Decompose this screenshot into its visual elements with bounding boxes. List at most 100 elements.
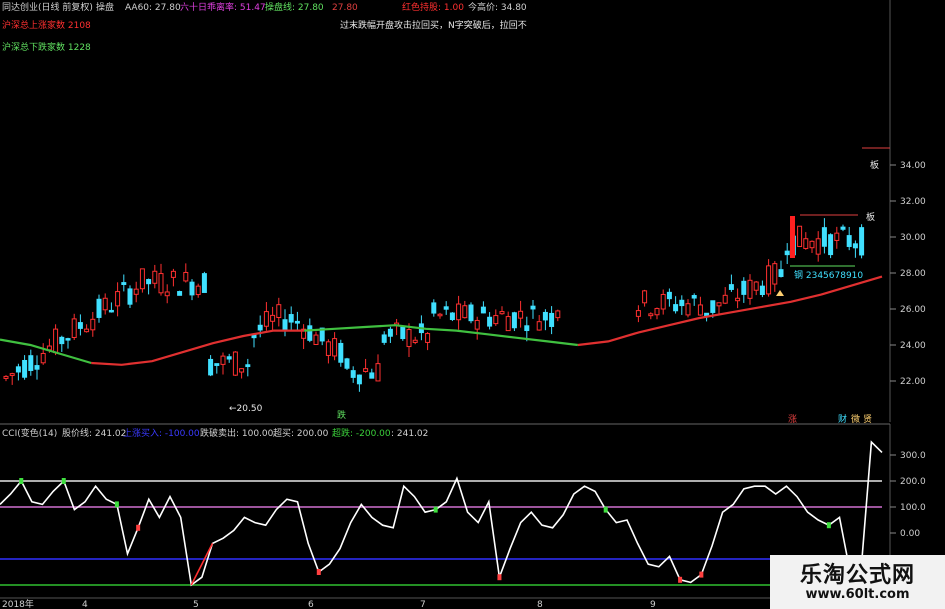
cci-signal-marker [497, 574, 502, 581]
ban-annotation-1: 板 [870, 159, 879, 171]
candle-body [313, 334, 319, 345]
candle-body [797, 225, 803, 248]
low-annotation: ←20.50 [229, 404, 263, 414]
candle-body [524, 325, 530, 332]
candle-body [437, 313, 443, 317]
candle-body [809, 240, 815, 249]
candle-body [425, 333, 431, 343]
line2-label: 27.80 [332, 3, 358, 13]
date-label: 4 [82, 600, 88, 609]
aa60-label: AA60: 27.80 [125, 3, 181, 13]
candle-body [487, 316, 493, 327]
cci-header: CCI(变色(14) 股价线: 241.02 上涨买入: -100.00 跌破卖… [2, 427, 428, 439]
cci-buy: 上涨买入: -100.00 [123, 428, 200, 439]
candle-body [139, 268, 145, 290]
candle-body [40, 352, 46, 364]
watermark: 乐淘公式网 www.60lt.com [770, 555, 945, 609]
candle-body [363, 368, 369, 372]
up-triangle-icon [776, 290, 784, 296]
candle-body [294, 320, 300, 324]
candle-body [815, 238, 821, 255]
price-tick: 24.00 [900, 341, 926, 351]
candle-body [96, 298, 102, 318]
candle-body [84, 328, 90, 333]
candle-body [753, 281, 759, 291]
candle-body [208, 358, 214, 376]
cci-path [0, 440, 883, 587]
candle-body [282, 319, 288, 331]
price-tick: 26.00 [900, 305, 926, 315]
candle-body [344, 358, 350, 369]
candle-body [214, 363, 220, 366]
candle-body [15, 366, 21, 373]
cci-value: : 241.02 [391, 429, 428, 439]
cci-title: CCI(变色(14) [2, 427, 57, 439]
candle-body [499, 311, 505, 315]
candle-body [53, 328, 59, 354]
candle-body [722, 294, 728, 304]
zhe-annotation: 贤 [863, 414, 872, 425]
candle-body [778, 269, 784, 277]
cci-overbought: 超买: 200.00 [273, 427, 329, 439]
header-bar: 同达创业(日线 前复权) 操盘 AA60: 27.80 六十日乖离率: 51.4… [2, 1, 527, 53]
cci-signal-marker [603, 506, 608, 513]
candle-body [784, 250, 790, 256]
candle-body [350, 370, 356, 378]
candle-body [121, 282, 127, 285]
candle-body [697, 304, 703, 316]
candle-body [654, 308, 660, 316]
cci-line [0, 440, 883, 587]
candle-body [307, 325, 313, 341]
candle-body [381, 334, 387, 343]
candle-body [332, 338, 338, 357]
candle-body [679, 299, 685, 307]
strategy-text: 过末跌幅开盘攻击拉回买，N字突破后，拉回不 [340, 19, 527, 31]
stock-chart[interactable]: 同达创业(日线 前复权) 操盘 AA60: 27.80 六十日乖离率: 51.4… [0, 0, 945, 609]
cci-signal-marker [699, 571, 704, 578]
candle-body [530, 305, 536, 310]
candle-body [177, 291, 183, 296]
candle-body [549, 312, 555, 327]
candle-body [288, 314, 294, 323]
cci-tick: 100.0 [900, 503, 926, 513]
cci-tick: 200.0 [900, 477, 926, 487]
candle-body [518, 310, 524, 319]
candle-body [542, 311, 548, 321]
candle-body [710, 300, 716, 313]
candle-body [127, 288, 133, 305]
candle-body [456, 303, 462, 321]
candle-body [828, 234, 834, 256]
candle-body [90, 318, 96, 331]
candle-body [803, 238, 809, 249]
candle-body [766, 265, 772, 295]
candle-body [759, 285, 765, 295]
candle-body [232, 351, 238, 376]
candle-body [673, 304, 679, 312]
candle-body [859, 227, 865, 256]
candle-body [691, 295, 697, 299]
candle-body [821, 227, 827, 247]
watermark-url: www.60lt.com [805, 587, 910, 602]
up-count-label: 沪深总上涨家数 2108 [2, 19, 91, 31]
seq-annotation: 钢 2345678910 [794, 269, 863, 281]
candle-body [412, 339, 418, 343]
candle-body [108, 309, 114, 313]
candle-body [375, 363, 381, 382]
candle-body [511, 312, 517, 329]
bias-label: 六十日乖离率: 51.47 [180, 1, 266, 13]
cci-price-line: 股价线: 241.02 [62, 427, 126, 439]
price-annotations: ←20.50 跌 板 板 钢 2345678910 涨 财 微 贤 [229, 147, 890, 425]
candle-body [133, 288, 139, 295]
candle-body [257, 324, 263, 331]
candle-body [77, 322, 83, 329]
cci-signal-marker [678, 576, 683, 583]
title-label: 同达创业(日线 前复权) [2, 1, 93, 13]
candle-body [220, 355, 226, 365]
cci-signal-marker [61, 478, 66, 484]
cci-signal-marker [19, 478, 24, 484]
candle-body [34, 365, 40, 370]
cci-tick: 300.0 [900, 451, 926, 461]
cci-ticks: 300.0 200.0 100.0 0.00 [890, 451, 926, 539]
candle-body [443, 306, 449, 310]
cci-signal-marker [114, 501, 119, 508]
